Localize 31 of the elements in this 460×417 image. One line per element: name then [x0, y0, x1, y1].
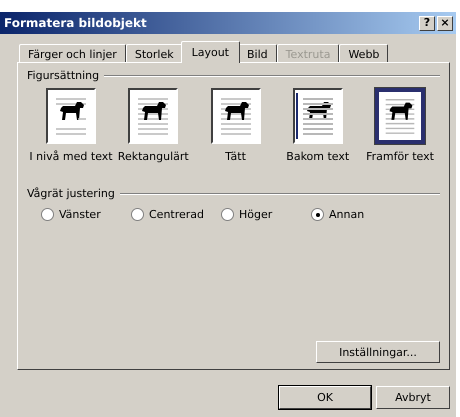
wrapping-option[interactable] [292, 88, 343, 144]
radio-button[interactable] [311, 208, 324, 221]
tab[interactable]: Storlek [126, 44, 183, 63]
radio-label: Annan [329, 208, 364, 221]
wrapping-label: I nivå med text [29, 150, 113, 163]
wrapping-option[interactable] [128, 88, 178, 144]
tab[interactable]: Layout [180, 41, 240, 63]
radio-label: Centrerad [149, 208, 204, 221]
wrapping-option[interactable] [375, 88, 425, 144]
tab[interactable]: Färger och linjer [19, 44, 126, 63]
group-title: Vågrät justering [27, 187, 115, 200]
wrapping-label: Tätt [225, 150, 246, 163]
tab[interactable]: Bild [238, 44, 277, 63]
wrapping-label: Framför text [366, 150, 434, 163]
tab[interactable]: Webb [339, 44, 388, 63]
wrapping-option[interactable] [210, 88, 260, 144]
help-button[interactable]: ? [419, 16, 435, 30]
window-title: Formatera bildobjekt [4, 16, 147, 30]
wrapping-label: Rektangulärt [118, 150, 189, 163]
radio-label: Höger [239, 208, 272, 221]
wrapping-option[interactable] [46, 88, 96, 144]
group-title: Figursättning [27, 69, 100, 82]
radio-label: Vänster [59, 208, 101, 221]
settings-button[interactable]: Inställningar... [316, 341, 440, 363]
wrapping-label: Bakom text [286, 150, 350, 163]
radio-button[interactable] [131, 208, 144, 221]
close-button[interactable]: × [437, 16, 453, 30]
radio-button[interactable] [41, 208, 54, 221]
cancel-button[interactable]: Avbryt [376, 386, 450, 409]
ok-button[interactable]: OK [279, 386, 371, 409]
radio-button[interactable] [221, 208, 234, 221]
